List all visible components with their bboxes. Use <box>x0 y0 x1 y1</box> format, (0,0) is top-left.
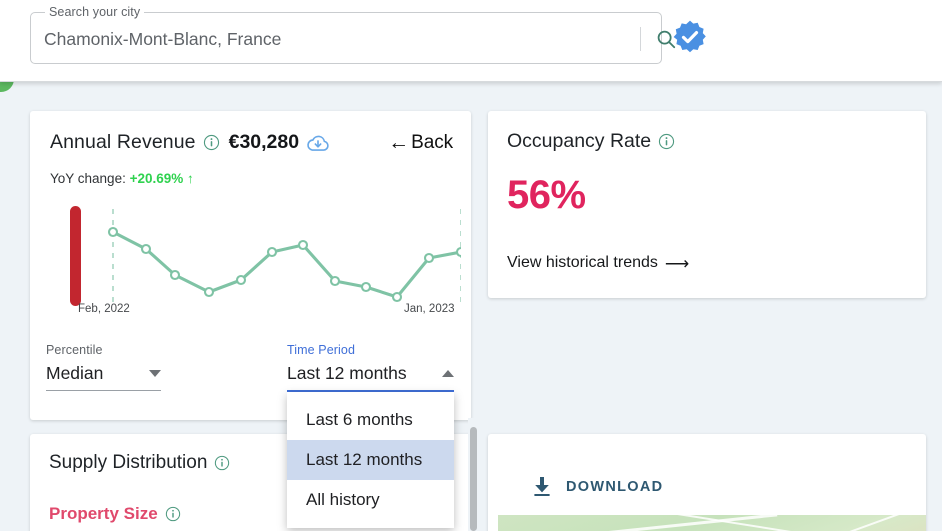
chart-axis-end-label: Jan, 2023 <box>404 303 455 315</box>
occupancy-title: Occupancy Rate <box>507 130 651 153</box>
cloud-download-icon[interactable] <box>306 133 330 153</box>
verified-badge-icon[interactable] <box>672 19 708 55</box>
occupancy-rate-card: Occupancy Rate 56% View historical trend… <box>488 111 926 298</box>
back-arrow-icon: ← <box>388 133 409 153</box>
view-historical-trends-link[interactable]: View historical trends ⟶ <box>507 254 689 272</box>
occupancy-title-row: Occupancy Rate <box>507 130 675 153</box>
back-button[interactable]: ← Back <box>388 132 453 154</box>
city-search-field[interactable]: Search your city <box>30 12 662 64</box>
chart-axis-start-label: Feb, 2022 <box>78 303 130 315</box>
percentile-select-field[interactable]: Median <box>46 360 161 386</box>
percentile-select[interactable]: Percentile Median <box>46 343 161 391</box>
back-button-label: Back <box>411 132 453 154</box>
yoy-label: YoY change: <box>50 171 126 186</box>
revenue-title: Annual Revenue <box>50 131 196 154</box>
vertical-scrollbar-thumb[interactable] <box>470 427 477 531</box>
info-icon[interactable] <box>165 506 181 522</box>
percentile-underline <box>46 390 161 391</box>
search-divider <box>640 27 641 51</box>
map-preview[interactable]: Emo <box>498 515 926 531</box>
chevron-up-icon[interactable] <box>442 370 454 377</box>
info-icon[interactable] <box>214 455 230 471</box>
property-size-row: Property Size <box>49 504 181 524</box>
search-field-legend: Search your city <box>45 5 144 19</box>
dropdown-option-last-12-months[interactable]: Last 12 months <box>287 440 454 480</box>
top-header: Search your city <box>0 0 942 82</box>
yoy-change-row: YoY change: +20.69% ↑ <box>50 171 194 186</box>
map-download-card: DOWNLOAD Emo <box>488 434 926 531</box>
revenue-series-line <box>113 232 461 297</box>
download-arrow-icon <box>532 476 552 497</box>
time-period-value: Last 12 months <box>287 363 407 384</box>
map-road-line <box>831 515 926 531</box>
time-period-select-field[interactable]: Last 12 months <box>287 360 454 386</box>
annual-revenue-card: Annual Revenue €30,280 ← Back YoY change… <box>30 111 471 420</box>
revenue-title-row: Annual Revenue €30,280 <box>50 131 330 154</box>
occupancy-value: 56% <box>507 173 586 218</box>
time-period-label: Time Period <box>287 343 454 357</box>
dropdown-option-last-6-months[interactable]: Last 6 months <box>287 400 454 440</box>
chevron-down-icon[interactable] <box>149 370 161 377</box>
revenue-value: €30,280 <box>229 131 300 154</box>
app-root: Search your city Annual Revenue <box>0 0 942 531</box>
percentile-value: Median <box>46 363 103 384</box>
info-icon[interactable] <box>658 133 675 150</box>
arrow-right-icon: ⟶ <box>665 256 689 271</box>
percentile-label: Percentile <box>46 343 161 357</box>
search-input[interactable] <box>44 24 604 54</box>
view-historical-trends-label: View historical trends <box>507 254 658 272</box>
download-label: DOWNLOAD <box>566 479 663 495</box>
time-period-dropdown-menu[interactable]: Last 6 months Last 12 months All history <box>287 392 454 528</box>
time-period-select[interactable]: Time Period Last 12 months <box>287 343 454 392</box>
info-icon[interactable] <box>203 134 220 151</box>
dropdown-option-all-history[interactable]: All history <box>287 480 454 520</box>
property-size-label: Property Size <box>49 504 158 524</box>
supply-title-row: Supply Distribution <box>49 452 230 474</box>
download-button[interactable]: DOWNLOAD <box>532 476 663 497</box>
supply-title: Supply Distribution <box>49 452 207 474</box>
red-range-bar <box>70 206 81 306</box>
yoy-value: +20.69% ↑ <box>130 171 194 186</box>
